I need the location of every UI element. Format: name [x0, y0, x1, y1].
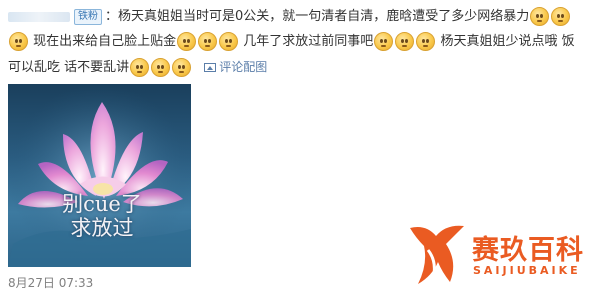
emoji-icon — [551, 7, 571, 26]
username-blurred[interactable] — [8, 11, 70, 22]
comment-text-2b: 几年了求放过前同事吧 — [243, 34, 374, 49]
emoji-icon — [416, 32, 436, 51]
image-caption-line-2: 求放过 — [70, 216, 134, 240]
emoji-icon — [9, 32, 28, 51]
image-icon — [204, 63, 217, 72]
image-caption-line-1: 别cue了 — [62, 192, 142, 216]
comment-line-1: 铁粉 ：杨天真姐姐当时可是0公关，就一句清者自清，鹿晗遭受了多少网络暴力 — [8, 6, 571, 28]
emoji-icon — [219, 32, 239, 51]
brand-name-cn: 赛玖百科 — [472, 235, 584, 266]
brand-name-en: SAIJIUBAIKE — [473, 264, 581, 277]
image-caption: 别cue了 求放过 — [42, 192, 162, 240]
site-watermark: 赛玖百科 SAIJIUBAIKE — [406, 222, 586, 288]
attached-image[interactable]: 别cue了 求放过 — [8, 84, 191, 267]
fan-badge[interactable]: 铁粉 — [74, 8, 102, 25]
comment-line-3: 可以乱吃 话不要乱讲 评论配图 — [8, 56, 267, 78]
comment-text-2a: 现在出来给自己脸上贴金 — [33, 34, 177, 49]
view-comment-image-label: 评论配图 — [219, 60, 268, 74]
comment-text-1: ：杨天真姐姐当时可是0公关，就一句清者自清，鹿晗遭受了多少网络暴力 — [105, 9, 530, 24]
view-comment-image-link[interactable]: 评论配图 — [204, 60, 267, 74]
emoji-icon — [530, 7, 550, 26]
emoji-icon — [374, 32, 394, 51]
emoji-icon — [151, 58, 171, 77]
brand-logo — [410, 225, 464, 284]
comment-text-2c: 杨天真姐姐少说点哦 饭 — [440, 34, 575, 49]
emoji-icon — [198, 32, 218, 51]
post-timestamp: 8月27日 07:33 — [8, 276, 94, 290]
comment-line-2: 现在出来给自己脸上贴金 几年了求放过前同事吧 杨天真姐姐少说点哦 饭 — [8, 31, 575, 53]
emoji-icon — [177, 32, 197, 51]
emoji-icon — [395, 32, 415, 51]
comment-text-3: 可以乱吃 话不要乱讲 — [8, 60, 130, 75]
emoji-icon — [172, 58, 192, 77]
emoji-icon — [130, 58, 150, 77]
